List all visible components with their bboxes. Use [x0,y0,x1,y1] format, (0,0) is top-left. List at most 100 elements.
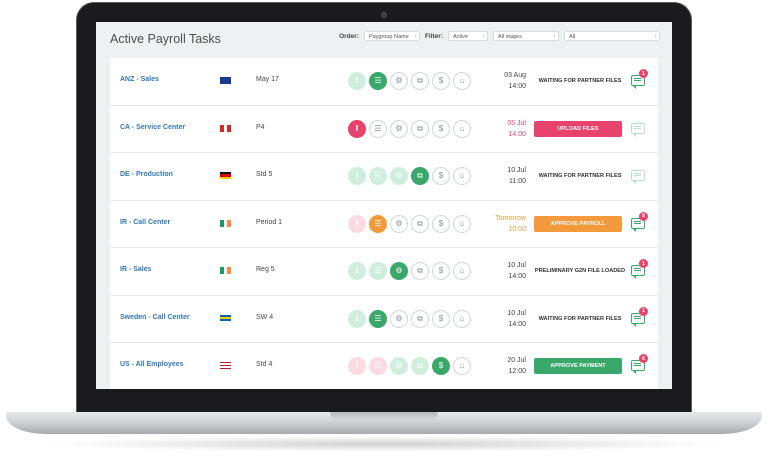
paygroup-name-link[interactable]: IR - Sales [120,266,152,273]
webcam [381,12,387,18]
gears-icon[interactable]: ⚙ [390,309,408,328]
pause-icon[interactable]: ‖ [348,357,366,375]
bank-icon[interactable]: ⌂ [453,72,471,90]
copy-icon[interactable]: ⧉ [411,309,429,328]
pause-icon[interactable]: ‖ [348,72,366,90]
due-date-time: 12:00 [508,368,526,375]
table-row[interactable]: ANZ - Sales May 17 ‖ ☰ ⚙ ⧉ $ ⌂ 03 Aug 14:00 WAITIN… [110,58,658,106]
comments-icon-lines [634,125,641,127]
australia-flag-icon [220,77,231,84]
due-date: 10 Jul 11:00 [486,165,526,187]
table-row[interactable]: CA - Service Center P4 ‖ ☰ ⚙ ⧉ $ ⌂ 05 Jul 14:00 UP… [110,106,658,153]
status-filter-select[interactable]: Active [448,31,488,41]
document-icon[interactable]: ☰ [369,167,387,185]
due-date: 05 Jul 14:00 [486,118,526,140]
page-title: Active Payroll Tasks [110,32,221,46]
copy-icon[interactable]: ⧉ [411,262,429,280]
document-icon[interactable]: ☰ [369,309,387,328]
sweden-flag-icon [220,314,231,322]
due-date-day: 05 Jul [507,119,526,127]
pause-icon[interactable]: ‖ [348,309,366,328]
comments-icon-lines [634,315,641,317]
paygroup-name-link[interactable]: DE - Production [120,171,173,178]
money-bag-icon[interactable]: $ [432,309,450,328]
copy-icon[interactable]: ⧉ [411,214,429,233]
order-label: Order: [339,32,359,40]
table-row[interactable]: DE - Production Std 5 ‖ ☰ ⚙ ⧉ $ ⌂ 10 Jul 11:00 WAI… [110,153,658,201]
pause-icon[interactable]: ‖ [348,262,366,280]
pay-period: Period 1 [256,218,283,226]
paygroup-name-link[interactable]: CA - Service Center [120,124,185,131]
all-filter-select[interactable]: All [564,31,660,41]
paygroup-name-link[interactable]: US - All Employees [120,361,184,368]
bank-icon[interactable]: ⌂ [453,262,471,280]
status-action-button[interactable]: UPLOAD FILES [534,120,622,137]
money-bag-icon[interactable]: $ [432,167,450,185]
usa-flag-icon [220,362,231,370]
pay-period: Reg 5 [256,266,275,273]
due-date-time: 10:00 [508,225,526,233]
status-action-button[interactable]: APPROVE PAYMENT [534,358,622,374]
paygroup-name-link[interactable]: IR - Call Center [120,219,170,226]
bank-icon[interactable]: ⌂ [453,357,471,375]
gears-icon[interactable]: ⚙ [390,119,408,138]
table-row[interactable]: IR - Call Center Period 1 ‖ ☰ ⚙ ⧉ $ ⌂ Tomorrow 10… [110,201,658,248]
document-icon[interactable]: ☰ [369,72,387,90]
table-row[interactable]: Sweden - Call Center SW 4 ‖ ☰ ⚙ ⧉ $ ⌂ 10 Jul 14:0… [110,296,658,343]
copy-icon[interactable]: ⧉ [411,119,429,138]
status-action-button[interactable]: APPROVE PAYROLL [534,215,622,232]
gears-icon[interactable]: ⚙ [390,357,408,375]
document-icon[interactable]: ☰ [369,214,387,233]
copy-icon[interactable]: ⧉ [411,167,429,185]
stage-progress: ‖ ☰ ⚙ ⧉ $ ⌂ [348,167,471,185]
canada-flag-icon [220,124,232,132]
document-icon[interactable]: ☰ [369,262,387,280]
pay-period: P4 [256,123,265,131]
copy-icon[interactable]: ⧉ [411,72,429,90]
money-bag-icon[interactable]: $ [432,72,450,90]
gears-icon[interactable]: ⚙ [390,167,408,185]
filter-bar: Order: Paygroup Name Filter: Active All … [339,31,660,41]
pay-period: May 17 [256,76,279,83]
due-date: Tomorrow 10:00 [486,213,526,235]
table-row[interactable]: IR - Sales Reg 5 ‖ ☰ ⚙ ⧉ $ ⌂ 10 Jul 14:00 PRELIMIN… [110,248,658,296]
comment-count-badge: 1 [639,306,648,316]
copy-icon[interactable]: ⧉ [411,357,429,375]
app-screen: Active Payroll Tasks Order: Paygroup Nam… [96,22,672,389]
stage-filter-select[interactable]: All stages [493,31,559,41]
comments-icon[interactable] [631,122,645,137]
document-icon[interactable]: ☰ [369,357,387,375]
bank-icon[interactable]: ⌂ [453,167,471,185]
money-bag-icon[interactable]: $ [432,214,450,233]
paygroup-name-link[interactable]: Sweden - Call Center [120,314,190,321]
gears-icon[interactable]: ⚙ [390,72,408,90]
due-date-day: 20 Jul [507,357,526,364]
pay-period: SW 4 [256,313,274,321]
due-date-day: Tomorrow [495,214,526,222]
pause-icon[interactable]: ‖ [348,214,366,233]
laptop-notch [330,412,438,420]
ireland-flag-icon [220,267,232,274]
order-select[interactable]: Paygroup Name [363,31,420,41]
gears-icon[interactable]: ⚙ [390,262,408,280]
money-bag-icon[interactable]: $ [432,357,450,375]
due-date-time: 14:00 [508,130,526,138]
due-date-day: 10 Jul [507,167,526,174]
comments-icon[interactable] [631,170,645,184]
pause-icon[interactable]: ‖ [348,119,366,138]
money-bag-icon[interactable]: $ [432,262,450,280]
money-bag-icon[interactable]: $ [432,119,450,138]
paygroup-name-link[interactable]: ANZ - Sales [120,76,159,83]
stage-progress: ‖ ☰ ⚙ ⧉ $ ⌂ [348,309,471,328]
bank-icon[interactable]: ⌂ [453,214,471,233]
due-date-day: 10 Jul [507,309,526,317]
comments-icon-lines [634,220,641,222]
bank-icon[interactable]: ⌂ [453,119,471,138]
comments-icon-lines [634,268,641,269]
document-icon[interactable]: ☰ [369,119,387,138]
bank-icon[interactable]: ⌂ [453,309,471,328]
pause-icon[interactable]: ‖ [348,167,366,185]
comments-icon-lines [634,173,641,174]
gears-icon[interactable]: ⚙ [390,214,408,233]
table-row[interactable]: US - All Employees Std 4 ‖ ☰ ⚙ ⧉ $ ⌂ 20 Jul 12:00… [110,343,658,389]
